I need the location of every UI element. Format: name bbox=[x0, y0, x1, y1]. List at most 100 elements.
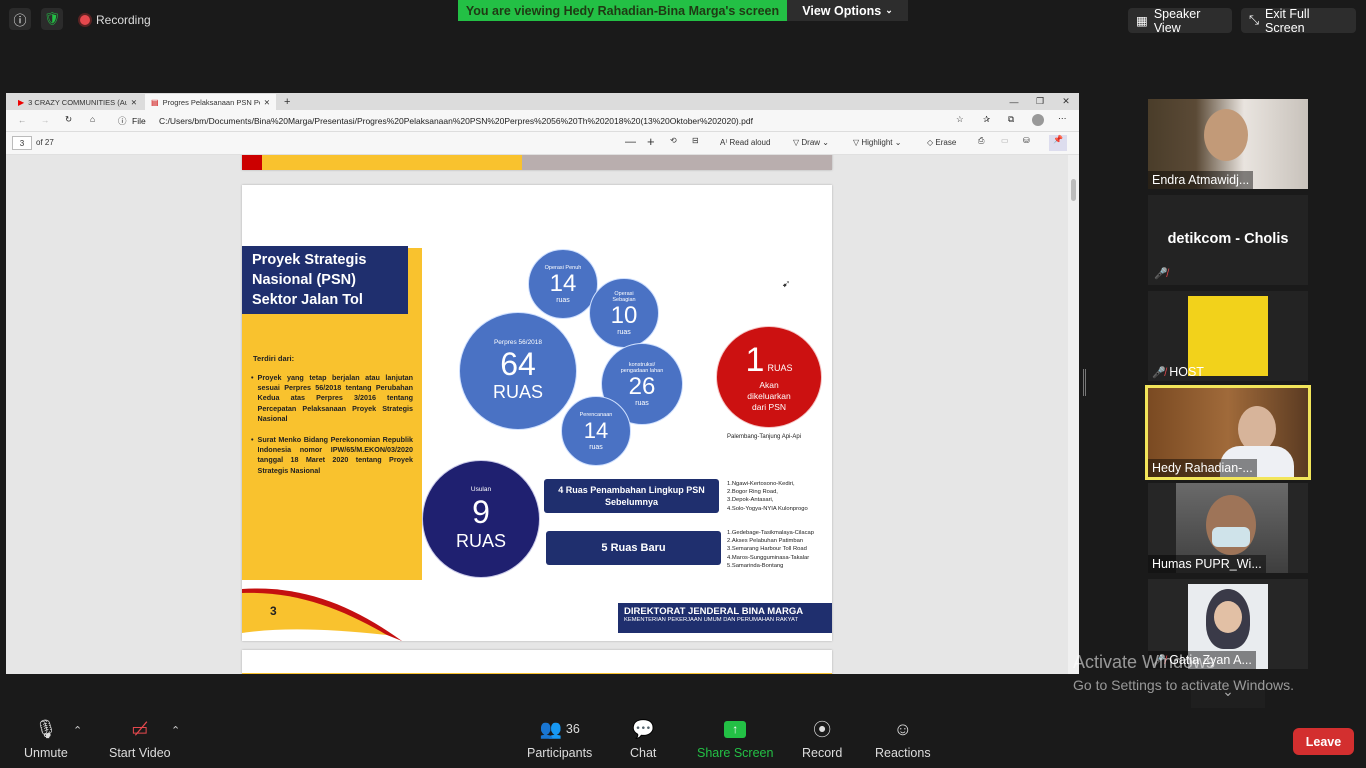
shield-icon[interactable]: 🛡 bbox=[41, 8, 63, 30]
favorites-icon[interactable]: ✰ bbox=[983, 114, 990, 125]
participants-count: 36 bbox=[565, 722, 580, 736]
circle-perpres-total: Perpres 56/2018 64 RUAS bbox=[459, 312, 577, 430]
profile-avatar[interactable] bbox=[1032, 114, 1044, 126]
address-bar: ← → ↻ ⌂ ⓘ File C:/Users/bm/Documents/Bin… bbox=[6, 110, 1079, 132]
circle-operasi-sebagian-caption: Operasi Sebagian bbox=[612, 290, 636, 303]
circle-operasi-sebagian-number: 10 bbox=[610, 301, 638, 329]
video-tile-endra[interactable]: Endra Atmawidj... bbox=[1148, 99, 1308, 189]
unmute-button[interactable]: 🎙 Unmute bbox=[24, 718, 68, 761]
bullet-1: • Proyek yang tetap berjalan atau lanjuta… bbox=[251, 373, 413, 424]
rotate-icon[interactable]: ⟲ bbox=[670, 136, 677, 145]
reactions-button[interactable]: ☺ Reactions bbox=[875, 718, 931, 761]
participants-button[interactable]: 👥 36 Participants bbox=[527, 718, 593, 761]
video-tile-hedy-active[interactable]: Hedy Rahadian-... bbox=[1145, 385, 1311, 480]
circle-konstruksi-unit: ruas bbox=[635, 399, 649, 407]
circle-operasi-sebagian-unit: ruas bbox=[617, 328, 631, 336]
share-screen-button[interactable]: ↑ Share Screen bbox=[697, 718, 773, 760]
zoom-out-icon[interactable]: — bbox=[625, 136, 636, 148]
muted-mic-icon: 🎤̸ bbox=[1154, 268, 1168, 280]
exit-full-screen-label: Exit Full Screen bbox=[1265, 6, 1310, 35]
exit-full-screen-button[interactable]: ⤡ Exit Full Screen bbox=[1241, 6, 1356, 35]
forward-icon[interactable]: → bbox=[41, 115, 50, 125]
speaker-view-button[interactable]: ▦ Speaker View bbox=[1128, 6, 1232, 35]
read-aloud-button[interactable]: A⁾ Read aloud bbox=[720, 138, 770, 147]
circle-operasi-penuh: Operasi Penuh 14 ruas bbox=[528, 249, 598, 319]
start-video-button[interactable]: ▭̸ Start Video bbox=[109, 718, 171, 761]
bullet-dot: • bbox=[251, 373, 254, 382]
url-field[interactable]: C:/Users/bm/Documents/Bina%20Marga/Prese… bbox=[159, 116, 939, 126]
save-icon[interactable]: ▭ bbox=[1001, 136, 1009, 145]
footer-line-1: DIREKTORAT JENDERAL BINA MARGA bbox=[624, 606, 804, 617]
minimize-icon[interactable]: — bbox=[1002, 93, 1026, 110]
chat-icon: 💬 bbox=[631, 718, 655, 739]
collapse-icon: ⤡ bbox=[1249, 13, 1260, 27]
star-icon[interactable]: ☆ bbox=[956, 114, 964, 125]
previous-page bbox=[242, 155, 832, 170]
close-icon[interactable]: ✕ bbox=[264, 98, 270, 107]
circle-usulan-caption: Usulan bbox=[470, 486, 492, 493]
page-number-input[interactable]: 3 bbox=[12, 136, 32, 150]
speaker-view-label: Speaker View bbox=[1153, 6, 1201, 35]
draw-button[interactable]: ▽ Draw ⌄ bbox=[793, 138, 829, 147]
circle-dikeluarkan-count: 1 RUAS bbox=[746, 341, 793, 380]
muted-mic-icon: 🎙 bbox=[34, 718, 58, 739]
title-line-1: Proyek Strategis bbox=[252, 252, 367, 268]
home-icon[interactable]: ⌂ bbox=[90, 114, 95, 124]
recording-label: Recording bbox=[96, 12, 151, 27]
person-head bbox=[1204, 109, 1248, 161]
prev-page-photo bbox=[522, 155, 832, 170]
muted-mic-icon: 🎤̸ bbox=[1152, 367, 1166, 379]
collections-icon[interactable]: ⧉ bbox=[1008, 114, 1014, 125]
back-icon[interactable]: ← bbox=[18, 115, 27, 125]
save-as-icon[interactable]: ⛁ bbox=[1023, 136, 1030, 145]
video-tile-host[interactable]: 🎤̸ HOST bbox=[1148, 291, 1308, 381]
record-button[interactable]: ⦿ Record bbox=[802, 718, 842, 760]
pdf-viewer[interactable]: Proyek Strategis Nasional (PSN) Sektor J… bbox=[6, 155, 1068, 674]
prev-page-band bbox=[262, 155, 522, 170]
erase-label: Erase bbox=[935, 138, 957, 147]
fit-page-icon[interactable]: ⊟ bbox=[692, 136, 699, 145]
erase-button[interactable]: ◇ Erase bbox=[927, 138, 956, 147]
panel-resize-handle[interactable] bbox=[1083, 369, 1086, 396]
circle-konstruksi-caption: konstruksi/ pengadaan lahan bbox=[620, 361, 664, 374]
circle-perencanaan-number: 14 bbox=[583, 417, 609, 443]
close-icon[interactable]: ✕ bbox=[131, 98, 137, 107]
grid-icon: ▦ bbox=[1136, 14, 1148, 28]
new-tab-button[interactable]: + bbox=[278, 94, 294, 110]
refresh-icon[interactable]: ↻ bbox=[65, 114, 72, 125]
print-icon[interactable]: ⎙ bbox=[978, 136, 984, 146]
file-label: File bbox=[132, 116, 146, 126]
info-icon[interactable]: ⓘ bbox=[9, 8, 31, 30]
participant-name-large: detikcom - Cholis bbox=[1167, 231, 1289, 247]
more-icon[interactable]: ⋯ bbox=[1058, 113, 1067, 124]
close-window-icon[interactable]: ✕ bbox=[1054, 93, 1078, 110]
tab-youtube[interactable]: ▶ 3 CRAZY COMMUNITIES (Auror... ✕ bbox=[12, 94, 143, 110]
video-options-chevron-icon[interactable]: ⌃ bbox=[171, 724, 180, 737]
leave-button[interactable]: Leave bbox=[1293, 728, 1354, 755]
circle-konstruksi-number: 26 bbox=[628, 372, 656, 400]
participants-label: Participants bbox=[527, 746, 593, 760]
read-aloud-label: Read aloud bbox=[729, 138, 771, 147]
tab-bar: ▶ 3 CRAZY COMMUNITIES (Auror... ✕ ▤ Prog… bbox=[6, 93, 1079, 110]
record-icon: ⦿ bbox=[813, 720, 832, 740]
recording-indicator[interactable]: Recording bbox=[72, 7, 159, 32]
tab-pdf[interactable]: ▤ Progres Pelaksanaan PSN Perpre... ✕ bbox=[145, 94, 276, 110]
bullet-dot: • bbox=[251, 435, 254, 444]
view-options-button[interactable]: View Options ⌄ bbox=[787, 0, 908, 21]
video-tile-detikcom[interactable]: detikcom - Cholis 🎤̸ bbox=[1148, 195, 1308, 285]
footer-box: DIREKTORAT JENDERAL BINA MARGA KEMENTERI… bbox=[618, 603, 832, 633]
reactions-icon: ☺ bbox=[893, 718, 912, 739]
audio-options-chevron-icon[interactable]: ⌃ bbox=[73, 724, 82, 737]
view-options-label: View Options bbox=[802, 3, 882, 18]
video-tile-humas[interactable]: Humas PUPR_Wi... bbox=[1148, 483, 1308, 573]
circle-operasi-penuh-unit: ruas bbox=[556, 296, 570, 304]
scrollbar-thumb[interactable] bbox=[1071, 179, 1076, 201]
circle-perencanaan: Perencanaan 14 ruas bbox=[561, 396, 631, 466]
zoom-in-icon[interactable]: + bbox=[647, 134, 655, 149]
bottom-swoosh bbox=[242, 588, 402, 641]
restore-icon[interactable]: ❐ bbox=[1028, 93, 1052, 110]
pdf-scrollbar[interactable] bbox=[1068, 155, 1079, 674]
highlight-button[interactable]: ▽ Highlight ⌄ bbox=[853, 138, 901, 147]
pin-icon[interactable]: 📌 bbox=[1049, 135, 1067, 151]
chat-button[interactable]: 💬 Chat bbox=[630, 718, 656, 761]
